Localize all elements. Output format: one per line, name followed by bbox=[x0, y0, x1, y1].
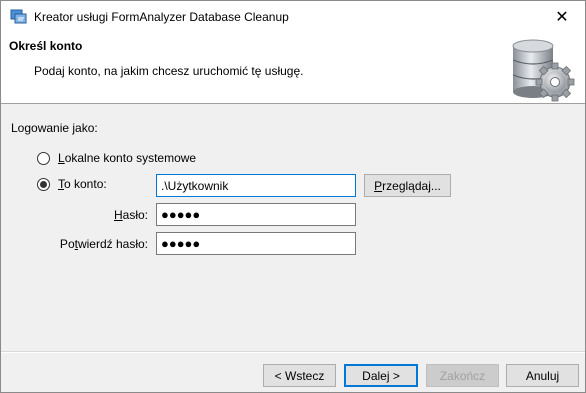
this-account-label: To konto: bbox=[58, 177, 107, 191]
local-system-label: Lokalne konto systemowe bbox=[58, 151, 197, 165]
account-input[interactable]: .\Użytkownik bbox=[156, 174, 356, 197]
wizard-header: Określ konto Podaj konto, na jakim chces… bbox=[1, 32, 585, 104]
title-bar: Kreator usługi FormAnalyzer Database Cle… bbox=[1, 1, 585, 32]
confirm-password-label: Potwierdź hasło: bbox=[59, 237, 148, 251]
close-button[interactable]: ✕ bbox=[539, 1, 585, 32]
this-account-radio[interactable] bbox=[37, 177, 50, 191]
password-field[interactable]: ●●●●● bbox=[156, 203, 356, 226]
wizard-window: Kreator usługi FormAnalyzer Database Cle… bbox=[0, 0, 586, 393]
database-gear-icon bbox=[512, 39, 575, 102]
password-label: Hasło: bbox=[113, 208, 148, 222]
confirm-password-value: ●●●●● bbox=[161, 236, 201, 251]
confirm-password-field[interactable]: ●●●●● bbox=[156, 232, 356, 255]
local-system-account-option[interactable]: Lokalne konto systemowe bbox=[37, 151, 196, 165]
next-button[interactable]: Dalej > bbox=[344, 364, 418, 387]
window-title: Kreator usługi FormAnalyzer Database Cle… bbox=[34, 10, 289, 24]
close-icon: ✕ bbox=[555, 8, 569, 26]
page-title: Określ konto bbox=[9, 39, 83, 53]
browse-button[interactable]: Przeglądaj... bbox=[364, 174, 451, 197]
this-account-option[interactable]: To konto: bbox=[37, 177, 107, 191]
back-button[interactable]: < Wstecz bbox=[263, 364, 336, 387]
password-value: ●●●●● bbox=[161, 207, 201, 222]
account-value: .\Użytkownik bbox=[161, 178, 229, 193]
cancel-button[interactable]: Anuluj bbox=[506, 364, 579, 387]
finish-button[interactable]: Zakończ bbox=[426, 364, 499, 387]
app-icon bbox=[10, 9, 27, 24]
local-system-radio[interactable] bbox=[37, 151, 50, 165]
page-subtitle: Podaj konto, na jakim chcesz uruchomić t… bbox=[34, 64, 304, 78]
login-as-label: Logowanie jako: bbox=[11, 121, 98, 135]
